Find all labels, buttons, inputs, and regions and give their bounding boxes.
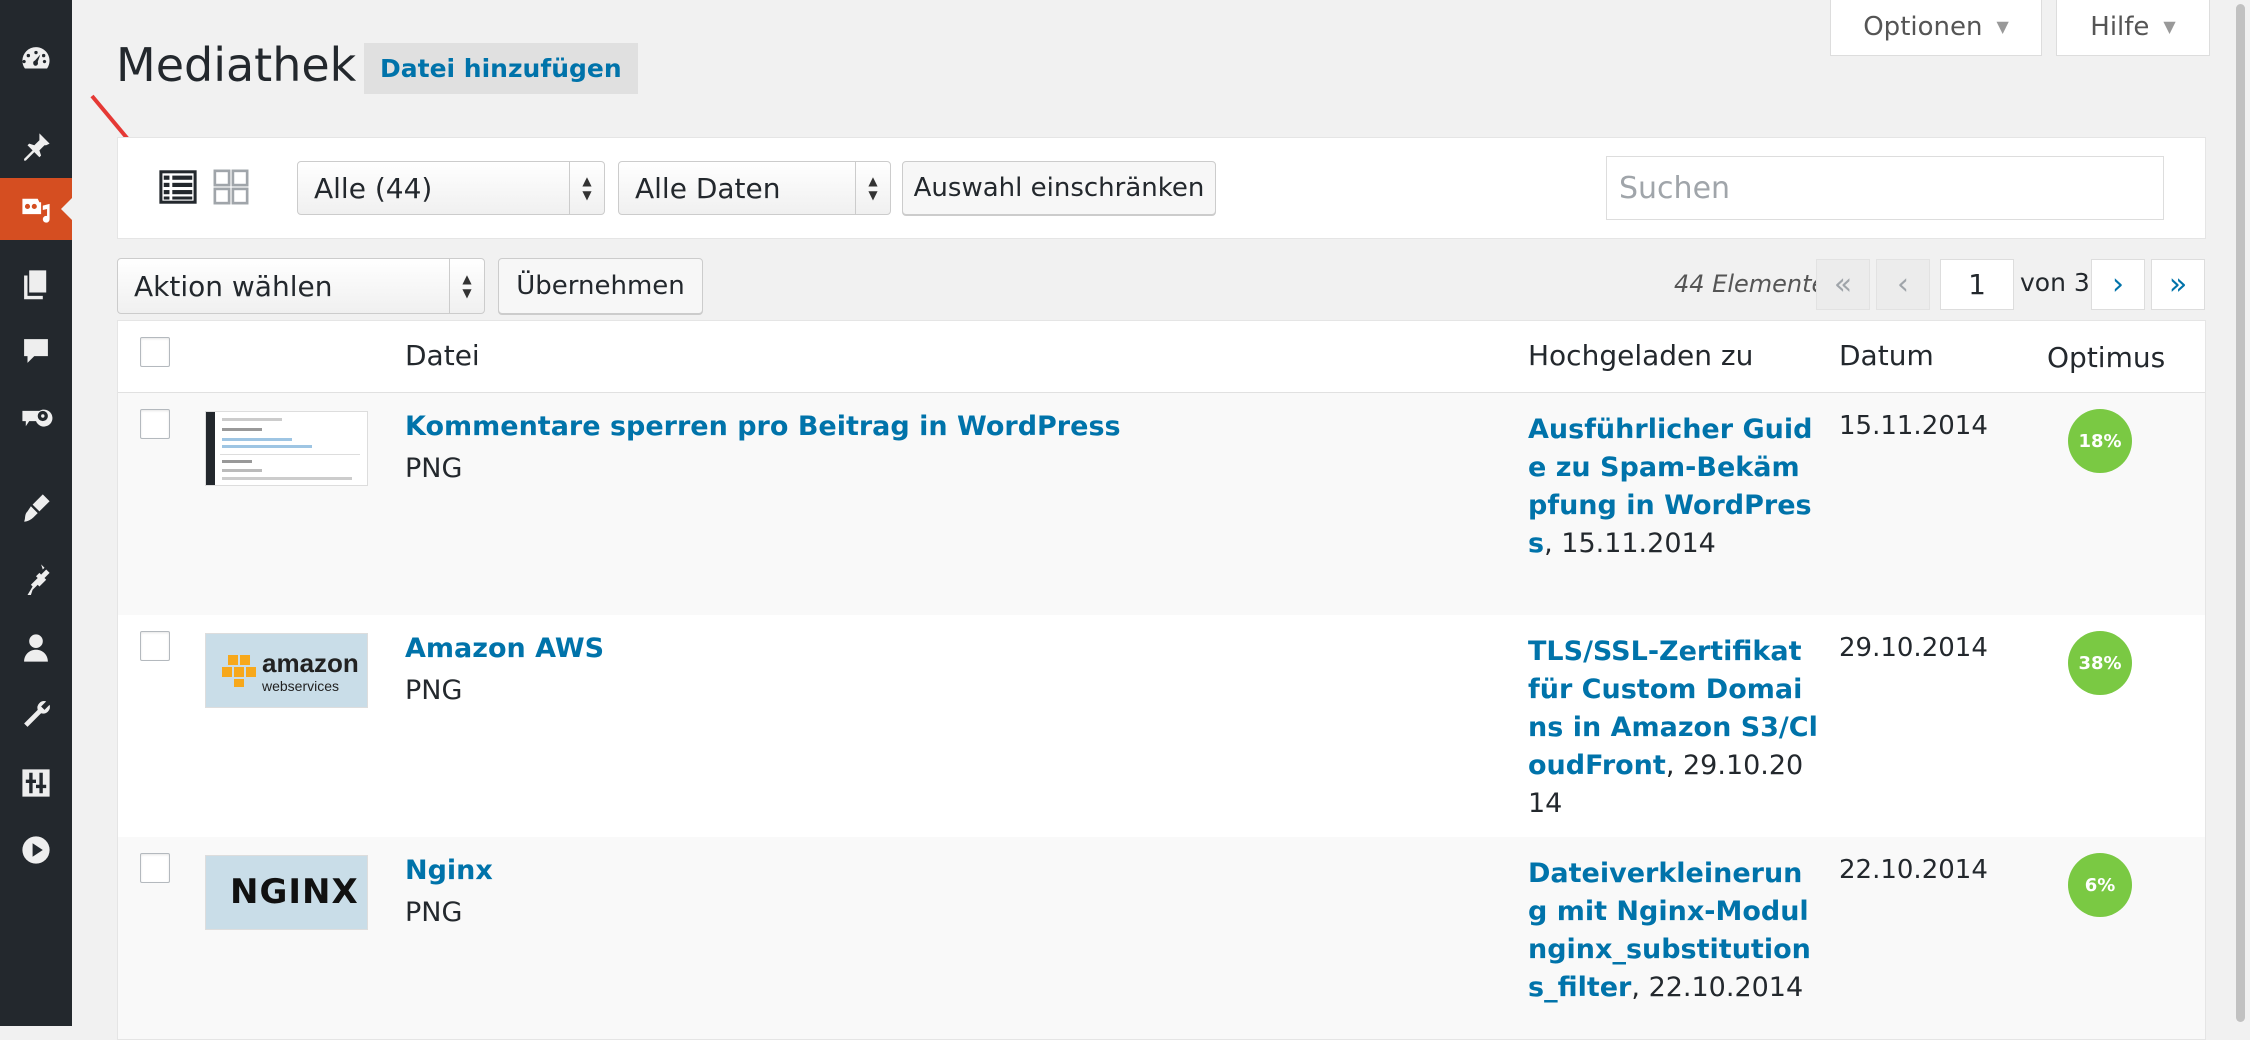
total-pages-label: von 3: [2020, 268, 2090, 297]
tools-icon: [24, 701, 50, 727]
select-arrows-icon: ▲ ▼: [449, 259, 484, 313]
video-icon: [22, 836, 50, 864]
users-icon: [24, 634, 48, 662]
list-view-icon[interactable]: [159, 168, 197, 206]
help-label: Hilfe: [2090, 11, 2150, 42]
media-icon: [22, 198, 50, 223]
select-all-checkbox[interactable]: [140, 337, 170, 367]
file-type: PNG: [405, 453, 463, 484]
uploaded-to: Ausführlicher Guide zu Spam-Bekämpfung i…: [1528, 411, 1818, 563]
uploaded-to: TLS/SSL-Zertifikat für Custom Domains in…: [1528, 633, 1818, 823]
thumbnail[interactable]: amazon webservices: [205, 633, 368, 708]
optimus-badge: 6%: [2068, 853, 2132, 917]
pin-icon: [24, 133, 50, 161]
grid-view-icon[interactable]: [212, 168, 250, 206]
current-page-input[interactable]: [1940, 259, 2014, 310]
table-row: Kommentare sperren pro Beitrag in WordPr…: [118, 393, 2205, 615]
column-file[interactable]: Datei: [405, 339, 480, 372]
comments-icon: [24, 339, 48, 363]
comma-separator: ,: [1544, 528, 1553, 559]
sidebar-item-media[interactable]: [0, 178, 72, 240]
media-table: Datei Hochgeladen zu Datum Optimus Komme…: [117, 320, 2206, 1040]
file-title-link[interactable]: Kommentare sperren pro Beitrag in WordPr…: [405, 411, 1121, 442]
options-button[interactable]: Optionen ▼: [1830, 0, 2042, 56]
sidebar-item-dashboard[interactable]: [0, 28, 72, 90]
help-button[interactable]: Hilfe ▼: [2056, 0, 2210, 56]
row-checkbox[interactable]: [140, 409, 170, 439]
caret-down-icon: ▼: [1996, 17, 2009, 36]
sidebar-item-tools[interactable]: [0, 684, 72, 746]
row-checkbox[interactable]: [140, 631, 170, 661]
sidebar-item-settings[interactable]: [0, 752, 72, 814]
upload-date: 15.11.2014: [1839, 411, 1988, 441]
file-type: PNG: [405, 897, 463, 928]
next-page-button[interactable]: ›: [2091, 259, 2145, 310]
table-row: amazon webservices Amazon AWS PNG TLS/SS…: [118, 615, 2205, 837]
date-select-value: Alle Daten: [635, 171, 781, 205]
thumb-text: NGINX: [230, 872, 359, 912]
table-header: Datei Hochgeladen zu Datum Optimus: [118, 321, 2205, 393]
aws-cubes-icon: [222, 655, 256, 687]
upload-date: 29.10.2014: [1839, 633, 1988, 663]
caret-down-icon: ▼: [2163, 17, 2176, 36]
add-file-button[interactable]: Datei hinzufügen: [364, 43, 638, 94]
scrollbar-thumb[interactable]: [2236, 4, 2245, 1022]
column-date[interactable]: Datum: [1839, 339, 1934, 372]
comma-separator: ,: [1631, 972, 1640, 1003]
filter-button[interactable]: Auswahl einschränken: [902, 161, 1216, 215]
sidebar-item-comments[interactable]: [0, 320, 72, 382]
settings-icon: [22, 769, 50, 797]
bulk-action-value: Aktion wählen: [134, 269, 333, 303]
thumbnail[interactable]: NGINX: [205, 855, 368, 930]
media-type-value: Alle (44): [314, 171, 433, 205]
table-row: NGINX Nginx PNG Dateiverkleinerung mit N…: [118, 837, 2205, 1039]
thumb-text: amazon: [262, 648, 359, 678]
sidebar-item-plugins[interactable]: [0, 547, 72, 609]
sidebar-item-pages[interactable]: [0, 253, 72, 315]
items-count: 44 Elemente: [1674, 270, 1827, 298]
search-input[interactable]: [1606, 156, 2164, 220]
uploaded-date: 15.11.2014: [1561, 528, 1716, 559]
options-label: Optionen: [1863, 11, 1983, 42]
uploaded-date: 22.10.2014: [1648, 972, 1804, 1003]
date-select[interactable]: Alle Daten ▲ ▼: [618, 161, 891, 215]
optimus-badge: 38%: [2068, 631, 2132, 695]
file-title-link[interactable]: Nginx: [405, 855, 493, 886]
sidebar-item-users[interactable]: [0, 617, 72, 679]
sidebar-item-posts[interactable]: [0, 116, 72, 178]
sidebar-item-feedback[interactable]: [0, 385, 72, 447]
media-type-select[interactable]: Alle (44) ▲ ▼: [297, 161, 605, 215]
plugins-icon: [27, 564, 50, 595]
sidebar-item-appearance[interactable]: [0, 477, 72, 539]
last-page-button[interactable]: »: [2151, 259, 2205, 310]
sidebar-item-video[interactable]: [0, 819, 72, 881]
prev-page-button[interactable]: ‹: [1876, 259, 1930, 310]
optimus-badge: 18%: [2068, 409, 2132, 473]
upload-date: 22.10.2014: [1839, 855, 1988, 885]
first-page-button[interactable]: «: [1816, 259, 1870, 310]
appearance-icon: [24, 494, 50, 522]
select-arrows-icon: ▲ ▼: [855, 162, 890, 214]
page-title: Mediathek: [116, 38, 357, 92]
admin-sidebar: [0, 0, 72, 1026]
thumb-subtext: webservices: [262, 678, 340, 694]
row-checkbox[interactable]: [140, 853, 170, 883]
scrollbar[interactable]: [2232, 0, 2250, 1026]
dashboard-icon: [22, 47, 50, 69]
bulk-action-select[interactable]: Aktion wählen ▲ ▼: [117, 258, 485, 314]
uploaded-to: Dateiverkleinerung mit Nginx-Modul nginx…: [1528, 855, 1818, 1007]
pages-icon: [24, 270, 47, 300]
comma-separator: ,: [1665, 750, 1675, 781]
column-uploaded-to: Hochgeladen zu: [1528, 339, 1754, 372]
select-arrows-icon: ▲ ▼: [569, 162, 604, 214]
feedback-icon: [22, 409, 53, 427]
file-type: PNG: [405, 675, 463, 706]
thumbnail[interactable]: [205, 411, 368, 486]
file-title-link[interactable]: Amazon AWS: [405, 633, 604, 664]
column-optimus: Optimus: [2047, 341, 2166, 374]
apply-button[interactable]: Übernehmen: [498, 258, 703, 314]
